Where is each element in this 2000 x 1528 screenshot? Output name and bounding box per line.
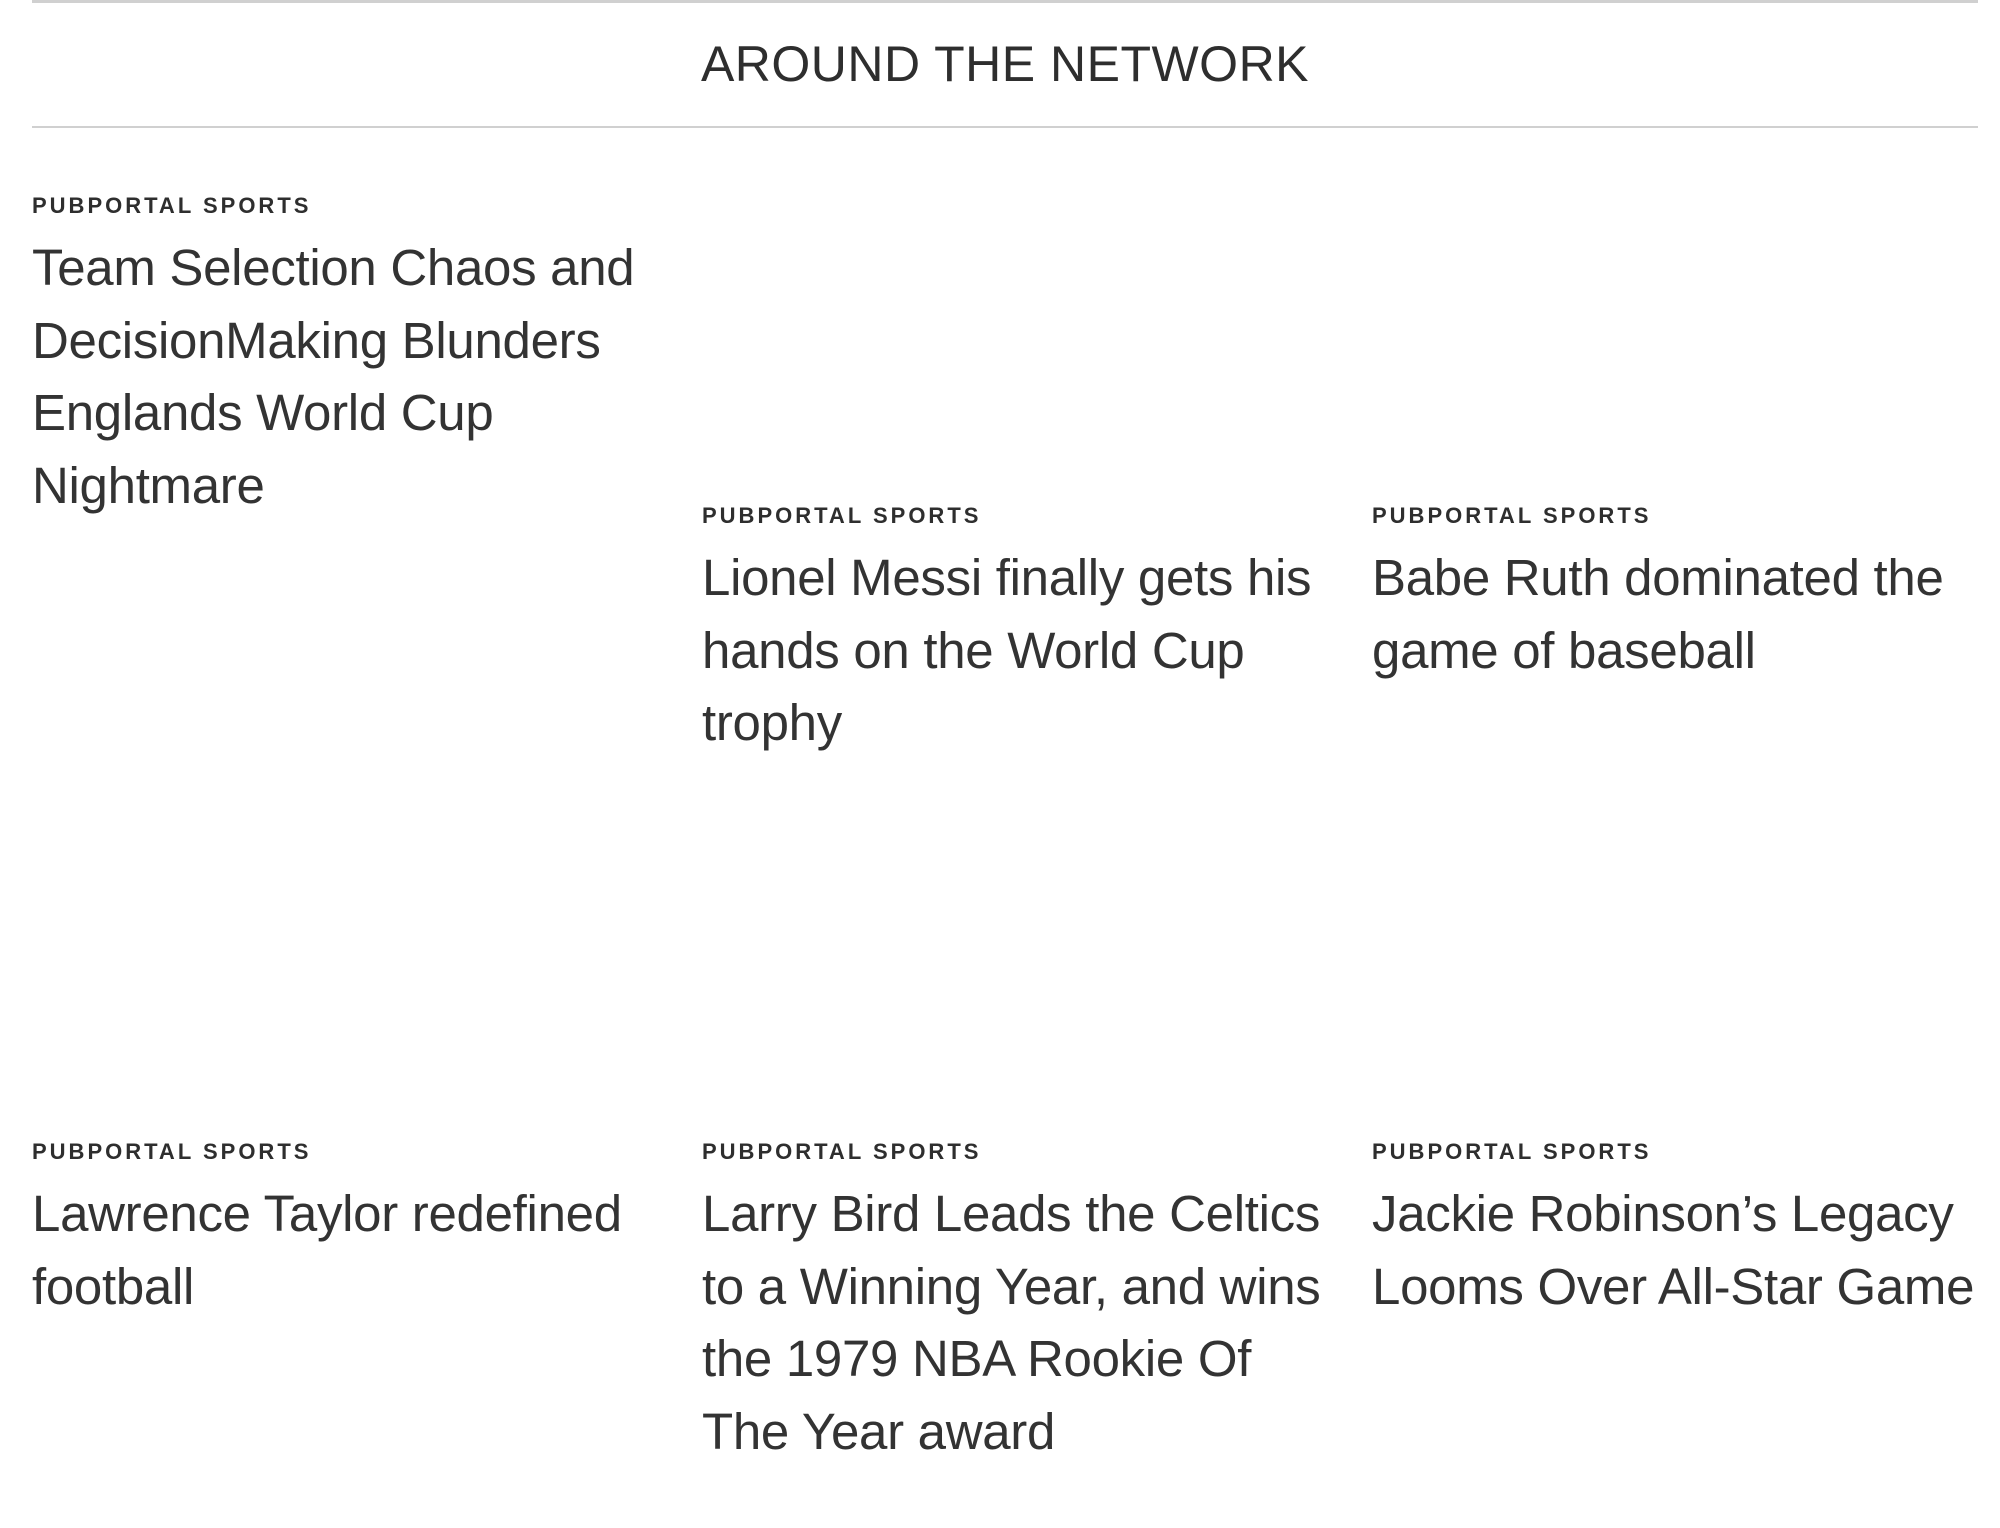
article-card[interactable]: PUBPORTAL SPORTS Babe Ruth dominated the…: [1372, 502, 1972, 687]
article-card[interactable]: PUBPORTAL SPORTS Larry Bird Leads the Ce…: [702, 1138, 1342, 1468]
article-card[interactable]: PUBPORTAL SPORTS Team Selection Chaos an…: [32, 192, 664, 522]
article-title-link[interactable]: Lionel Messi finally gets his hands on t…: [702, 542, 1342, 760]
around-the-network-section: AROUND THE NETWORK PUBPORTAL SPORTS Team…: [32, 0, 1978, 1528]
article-title-link[interactable]: Lawrence Taylor redefined football: [32, 1178, 664, 1323]
top-divider: [32, 0, 1978, 3]
article-title-link[interactable]: Jackie Robinson’s Legacy Looms Over All-…: [1372, 1178, 1978, 1323]
article-source: PUBPORTAL SPORTS: [702, 503, 982, 528]
article-source: PUBPORTAL SPORTS: [702, 1139, 982, 1164]
article-title-link[interactable]: Babe Ruth dominated the game of baseball: [1372, 542, 1972, 687]
article-source: PUBPORTAL SPORTS: [32, 193, 312, 218]
article-title-link[interactable]: Larry Bird Leads the Celtics to a Winnin…: [702, 1178, 1342, 1468]
article-card[interactable]: PUBPORTAL SPORTS Lawrence Taylor redefin…: [32, 1138, 664, 1323]
article-card[interactable]: PUBPORTAL SPORTS Jackie Robinson’s Legac…: [1372, 1138, 1978, 1323]
article-source: PUBPORTAL SPORTS: [1372, 503, 1652, 528]
article-source: PUBPORTAL SPORTS: [32, 1139, 312, 1164]
article-source: PUBPORTAL SPORTS: [1372, 1139, 1652, 1164]
section-heading: AROUND THE NETWORK: [700, 36, 1310, 92]
heading-divider: [32, 126, 1978, 128]
article-card[interactable]: PUBPORTAL SPORTS Lionel Messi finally ge…: [702, 502, 1342, 760]
article-title-link[interactable]: Team Selection Chaos and DecisionMaking …: [32, 232, 664, 522]
